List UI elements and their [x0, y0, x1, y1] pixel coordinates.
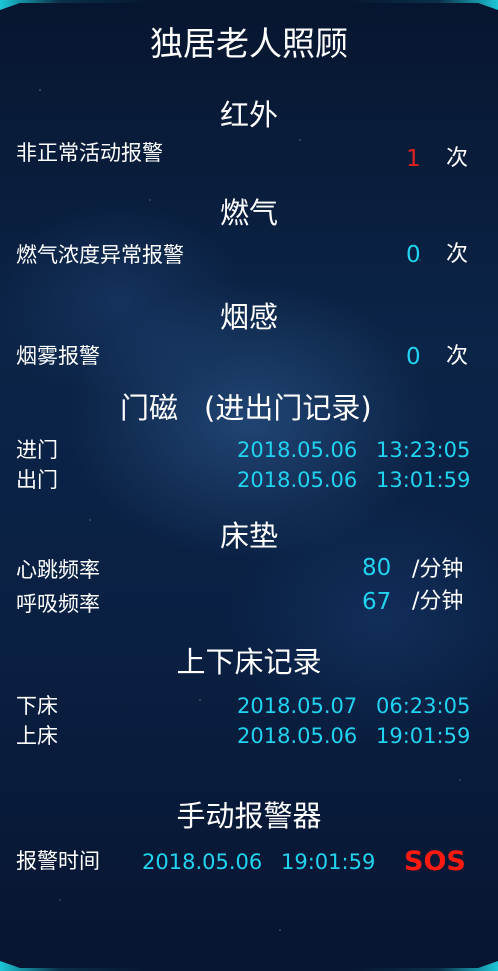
- heart-rate-label: 心跳频率: [16, 558, 100, 582]
- door-row-date: 2018.05.06: [237, 438, 358, 462]
- page-title: 独居老人照顾: [150, 24, 348, 63]
- bed-row-label: 下床: [16, 694, 58, 718]
- alarm-date: 2018.05.06: [142, 850, 263, 874]
- alarm-time: 19:01:59: [281, 850, 376, 874]
- respiration-rate-value: 67: [362, 589, 392, 615]
- bed-row-date: 2018.05.07: [237, 694, 358, 718]
- gas-alarm-unit: 次: [446, 242, 469, 267]
- smoke-alarm-unit: 次: [446, 344, 469, 369]
- section-heading-door: 门磁: [120, 391, 179, 425]
- bed-row-time: 19:01:59: [376, 724, 471, 748]
- respiration-rate-label: 呼吸频率: [16, 592, 100, 616]
- door-row-label: 出门: [16, 468, 58, 492]
- section-heading-gas: 燃气: [219, 196, 278, 230]
- alarm-time-label: 报警时间: [16, 849, 100, 873]
- infrared-alarm-count: 1: [406, 146, 421, 172]
- section-subheading-door: (进出门记录): [204, 391, 372, 425]
- sos-button[interactable]: SOS: [404, 845, 466, 879]
- heart-rate-unit: /分钟: [412, 557, 464, 582]
- bed-row-label: 上床: [16, 724, 58, 748]
- section-heading-bed: 上下床记录: [176, 645, 322, 679]
- respiration-rate-unit: /分钟: [412, 589, 464, 614]
- door-row-time: 13:01:59: [376, 468, 471, 492]
- door-row-date: 2018.05.06: [237, 468, 358, 492]
- section-heading-manual-alarm: 手动报警器: [176, 799, 322, 833]
- top-frame-border: [0, 0, 498, 10]
- section-heading-infrared: 红外: [219, 98, 278, 132]
- door-row-label: 进门: [16, 438, 58, 462]
- section-heading-mattress: 床垫: [219, 519, 278, 553]
- bottom-frame-border: [0, 961, 498, 971]
- infrared-alarm-unit: 次: [446, 146, 469, 171]
- infrared-alarm-label: 非正常活动报警: [16, 141, 163, 165]
- heart-rate-value: 80: [362, 555, 392, 581]
- door-row-time: 13:23:05: [376, 438, 471, 462]
- gas-alarm-label: 燃气浓度异常报警: [16, 243, 184, 267]
- smoke-alarm-label: 烟雾报警: [16, 344, 100, 368]
- bed-row-time: 06:23:05: [376, 694, 471, 718]
- section-heading-smoke: 烟感: [219, 300, 278, 334]
- smoke-alarm-count: 0: [406, 344, 421, 370]
- gas-alarm-count: 0: [406, 242, 421, 268]
- bed-row-date: 2018.05.06: [237, 724, 358, 748]
